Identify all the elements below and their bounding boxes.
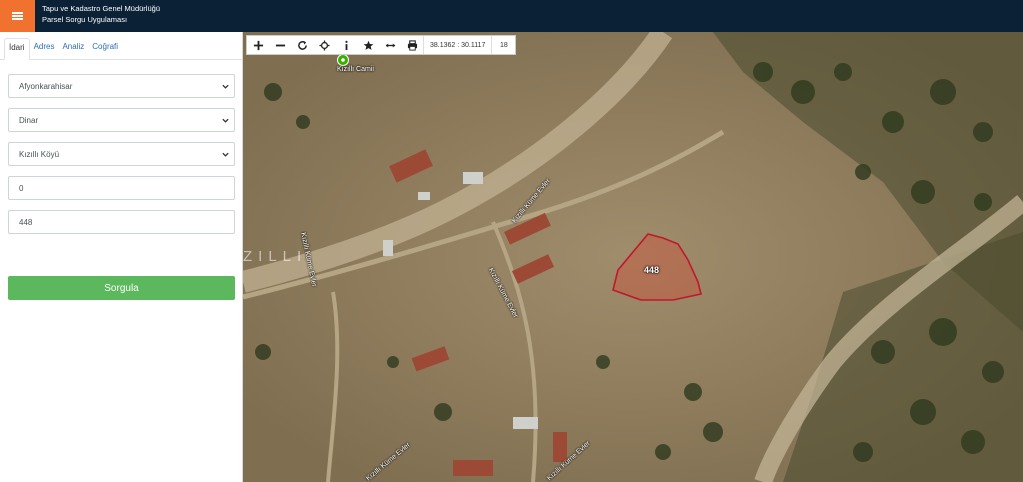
tab-cografi[interactable]: Coğrafi xyxy=(88,38,122,60)
locate-icon xyxy=(318,39,330,51)
mosque-poi-icon[interactable] xyxy=(337,54,349,66)
print-button[interactable] xyxy=(401,36,423,54)
neighborhood-select[interactable]: Kızıllı Köyü xyxy=(8,142,235,166)
zoom-out-icon xyxy=(275,44,285,46)
star-icon xyxy=(363,40,373,50)
province-select-value: Afyonkarahisar xyxy=(19,81,73,91)
block-number-input[interactable]: 0 xyxy=(8,176,235,200)
hamburger-icon xyxy=(12,12,23,20)
parcel-number-label: 448 xyxy=(644,265,660,275)
locate-button[interactable] xyxy=(313,36,335,54)
coordinates-readout: 38.1362 : 30.1117 xyxy=(423,36,491,54)
app-title: Tapu ve Kadastro Genel Müdürlüğü Parsel … xyxy=(42,3,160,25)
district-select[interactable]: Dinar xyxy=(8,108,235,132)
sidebar: İdari Adres Analiz Coğrafi Afyonkarahisa… xyxy=(0,32,243,482)
neighborhood-select-value: Kızıllı Köyü xyxy=(19,149,60,159)
info-icon xyxy=(344,40,348,50)
info-button[interactable] xyxy=(335,36,357,54)
village-label: ZILLI xyxy=(243,248,308,265)
zoom-out-button[interactable] xyxy=(269,36,291,54)
hamburger-menu-button[interactable] xyxy=(0,0,35,32)
map-view[interactable]: ZILLI Kızıllı Camii Kızıllı Küme Evler K… xyxy=(243,32,1023,482)
print-icon xyxy=(407,39,417,51)
zoom-level-readout: 18 xyxy=(491,36,515,54)
refresh-icon xyxy=(297,40,307,50)
refresh-button[interactable] xyxy=(291,36,313,54)
tab-adres[interactable]: Adres xyxy=(30,38,59,60)
favorite-button[interactable] xyxy=(357,36,379,54)
tab-bar: İdari Adres Analiz Coğrafi xyxy=(0,32,242,60)
province-select[interactable]: Afyonkarahisar xyxy=(8,74,235,98)
app-header: Tapu ve Kadastro Genel Müdürlüğü Parsel … xyxy=(0,0,1023,32)
app-title-line2: Parsel Sorgu Uygulaması xyxy=(42,15,128,24)
block-number-value: 0 xyxy=(19,183,24,193)
map-toolbar: 38.1362 : 30.1117 18 xyxy=(246,35,517,55)
satellite-imagery xyxy=(243,32,1023,482)
zoom-in-icon xyxy=(253,40,263,50)
zoom-in-button[interactable] xyxy=(247,36,269,54)
tab-idari[interactable]: İdari xyxy=(4,38,30,60)
measure-button[interactable] xyxy=(379,36,401,54)
chevron-down-icon xyxy=(222,84,229,89)
parcel-number-value: 448 xyxy=(19,217,33,227)
tab-analiz[interactable]: Analiz xyxy=(58,38,88,60)
chevron-down-icon xyxy=(222,118,229,123)
parcel-number-input[interactable]: 448 xyxy=(8,210,235,234)
query-button[interactable]: Sorgula xyxy=(8,276,235,300)
district-select-value: Dinar xyxy=(19,115,39,125)
app-title-line1: Tapu ve Kadastro Genel Müdürlüğü xyxy=(42,4,160,13)
measure-icon xyxy=(385,42,395,48)
chevron-down-icon xyxy=(222,152,229,157)
poi-label: Kızıllı Camii xyxy=(337,66,374,73)
